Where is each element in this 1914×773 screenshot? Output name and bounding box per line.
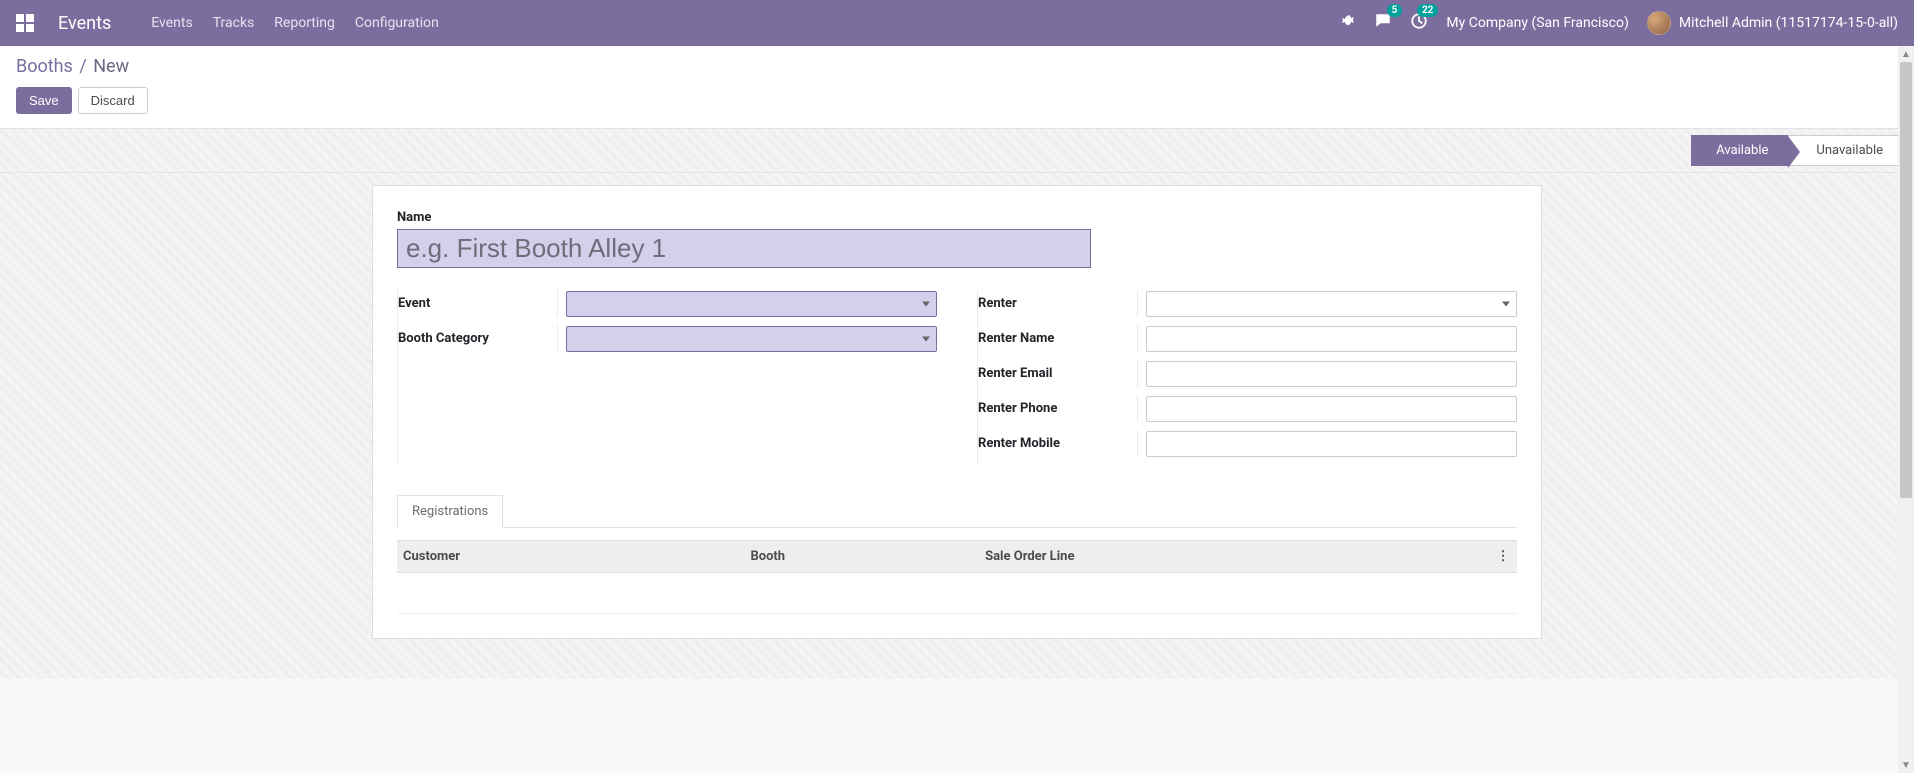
th-sale-order-line[interactable]: Sale Order Line xyxy=(979,541,1489,573)
breadcrumb-current: New xyxy=(93,56,129,77)
renter-select[interactable] xyxy=(1146,291,1517,317)
table-row[interactable] xyxy=(397,573,1517,614)
chevron-down-icon xyxy=(922,301,930,306)
booth-category-label: Booth Category xyxy=(398,325,558,352)
breadcrumb-parent[interactable]: Booths xyxy=(16,56,73,77)
th-booth[interactable]: Booth xyxy=(744,541,979,573)
th-options[interactable]: ⋮ xyxy=(1489,541,1517,573)
activities-badge: 22 xyxy=(1417,4,1438,17)
renter-email-label: Renter Email xyxy=(978,360,1138,387)
breadcrumb-sep: / xyxy=(79,56,86,77)
form-col-left: Event Booth Category xyxy=(397,290,937,465)
messaging-icon[interactable]: 5 xyxy=(1374,12,1392,34)
debug-icon[interactable] xyxy=(1340,13,1356,33)
user-name: Mitchell Admin (11517174-15-0-all) xyxy=(1679,15,1898,31)
scroll-thumb[interactable] xyxy=(1900,62,1912,498)
renter-name-label: Renter Name xyxy=(978,325,1138,352)
booth-category-select[interactable] xyxy=(566,326,937,352)
topnav-right: 5 22 My Company (San Francisco) Mitchell… xyxy=(1340,11,1898,35)
save-button[interactable]: Save xyxy=(16,87,72,114)
app-brand[interactable]: Events xyxy=(58,13,111,34)
name-input[interactable] xyxy=(397,229,1091,268)
statusbar-wrap: Available Unavailable xyxy=(0,129,1914,173)
nav-events[interactable]: Events xyxy=(151,15,192,31)
renter-phone-input[interactable] xyxy=(1146,396,1517,422)
avatar xyxy=(1647,11,1671,35)
form-sheet: Name Event Booth Category xyxy=(372,185,1542,639)
messaging-badge: 5 xyxy=(1387,4,1403,17)
scrollbar[interactable]: ▲ ▼ xyxy=(1898,46,1914,773)
renter-mobile-input[interactable] xyxy=(1146,431,1517,457)
action-buttons: Save Discard xyxy=(16,87,1898,114)
registrations-table: Customer Booth Sale Order Line ⋮ xyxy=(397,540,1517,614)
renter-name-input[interactable] xyxy=(1146,326,1517,352)
renter-label: Renter xyxy=(978,290,1138,317)
chevron-down-icon xyxy=(1502,301,1510,306)
name-label: Name xyxy=(397,210,1517,225)
chevron-down-icon xyxy=(922,336,930,341)
activities-icon[interactable]: 22 xyxy=(1410,12,1428,34)
user-menu[interactable]: Mitchell Admin (11517174-15-0-all) xyxy=(1647,11,1898,35)
th-customer[interactable]: Customer xyxy=(397,541,744,573)
renter-email-input[interactable] xyxy=(1146,361,1517,387)
breadcrumb: Booths / New xyxy=(16,56,1898,77)
scroll-up-icon[interactable]: ▲ xyxy=(1898,46,1914,62)
tab-registrations[interactable]: Registrations xyxy=(397,495,503,528)
nav-reporting[interactable]: Reporting xyxy=(274,15,335,31)
control-panel: Booths / New Save Discard xyxy=(0,46,1914,129)
content-area: Name Event Booth Category xyxy=(0,173,1914,679)
statusbar: Available Unavailable xyxy=(1691,135,1904,166)
stage-available[interactable]: Available xyxy=(1691,135,1788,166)
notebook-tabs: Registrations xyxy=(397,495,1517,528)
renter-phone-label: Renter Phone xyxy=(978,395,1138,422)
form-columns: Event Booth Category xyxy=(397,290,1517,465)
renter-mobile-label: Renter Mobile xyxy=(978,430,1138,457)
nav-tracks[interactable]: Tracks xyxy=(213,15,255,31)
nav-configuration[interactable]: Configuration xyxy=(355,15,439,31)
top-nav: Events Events Tracks Reporting Configura… xyxy=(0,0,1914,46)
event-select[interactable] xyxy=(566,291,937,317)
stage-unavailable[interactable]: Unavailable xyxy=(1788,135,1904,166)
company-switcher[interactable]: My Company (San Francisco) xyxy=(1446,15,1628,31)
scroll-down-icon[interactable]: ▼ xyxy=(1898,757,1914,773)
discard-button[interactable]: Discard xyxy=(78,87,148,114)
apps-icon[interactable] xyxy=(16,14,34,32)
form-col-right: Renter Renter Name Renter Email xyxy=(977,290,1517,465)
event-label: Event xyxy=(398,290,558,317)
